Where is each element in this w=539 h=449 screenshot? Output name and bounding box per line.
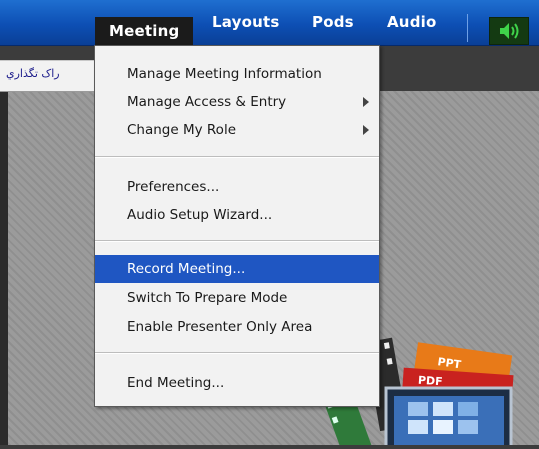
meeting-menu-dropdown: Manage Meeting Information Manage Access…	[94, 45, 380, 407]
menu-item-label: Switch To Prepare Mode	[127, 290, 288, 306]
menu-item-label: Record Meeting...	[127, 261, 246, 277]
menu-item-switch-to-prepare-mode[interactable]: Switch To Prepare Mode	[95, 284, 379, 312]
menu-audio[interactable]: Audio	[387, 0, 436, 45]
menu-item-label: Audio Setup Wizard...	[127, 207, 273, 223]
menu-item-end-meeting[interactable]: End Meeting...	[95, 369, 379, 397]
menu-item-change-my-role[interactable]: Change My Role	[95, 116, 379, 144]
menu-pods[interactable]: Pods	[312, 0, 354, 45]
menu-item-enable-presenter-only-area[interactable]: Enable Presenter Only Area	[95, 313, 379, 341]
pod-title: راک تگذاري	[6, 67, 60, 80]
menu-item-manage-meeting-information[interactable]: Manage Meeting Information	[95, 60, 379, 88]
menu-item-label: Manage Access & Entry	[127, 94, 287, 110]
menu-item-label: Enable Presenter Only Area	[127, 319, 313, 335]
menu-item-label: Manage Meeting Information	[127, 66, 322, 82]
menu-item-label: Preferences...	[127, 179, 220, 195]
speaker-icon[interactable]	[489, 17, 529, 45]
submenu-arrow-icon	[363, 97, 369, 107]
menu-divider	[95, 240, 379, 242]
menu-divider	[95, 156, 379, 158]
menu-bar: Meeting Layouts Pods Audio	[0, 0, 539, 46]
speaker-icon-graphic	[500, 23, 519, 39]
menu-item-audio-setup-wizard[interactable]: Audio Setup Wizard...	[95, 201, 379, 229]
menu-layouts[interactable]: Layouts	[212, 0, 279, 45]
stage-frame	[0, 91, 8, 445]
submenu-arrow-icon	[363, 125, 369, 135]
menu-divider	[95, 352, 379, 354]
menu-separator	[467, 14, 468, 42]
menu-item-label: End Meeting...	[127, 375, 225, 391]
svg-text:PDF: PDF	[417, 374, 443, 389]
pod-title-bar[interactable]: راک تگذاري	[0, 60, 96, 92]
menu-item-label: Change My Role	[127, 122, 236, 138]
menu-item-preferences[interactable]: Preferences...	[95, 173, 379, 201]
menu-item-manage-access-entry[interactable]: Manage Access & Entry	[95, 88, 379, 116]
menu-meeting[interactable]: Meeting	[95, 17, 194, 45]
menu-item-record-meeting[interactable]: Record Meeting...	[95, 255, 379, 283]
